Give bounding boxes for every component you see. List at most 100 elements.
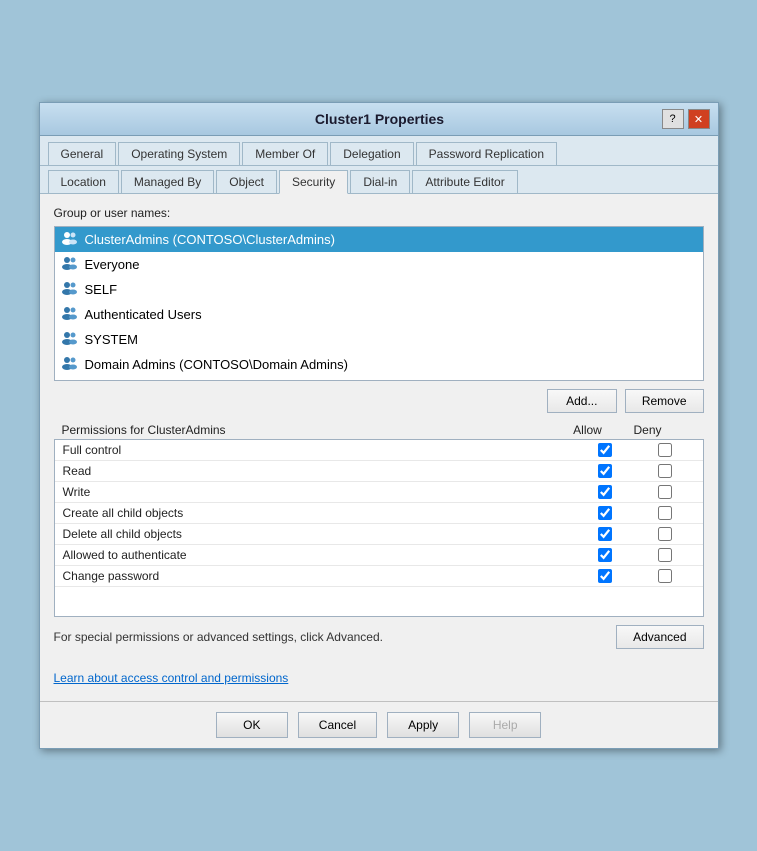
allow-checkbox-cell [575,485,635,499]
permissions-table-container: Full control Read Write Create all child ob… [54,439,704,617]
allow-checkbox[interactable] [598,464,612,478]
deny-checkbox[interactable] [658,464,672,478]
deny-col-header: Deny [618,423,678,437]
allow-checkbox-cell [575,548,635,562]
user-name: SYSTEM [85,332,138,347]
permission-name: Allowed to authenticate [63,548,575,562]
cancel-button[interactable]: Cancel [298,712,377,738]
deny-checkbox-cell [635,548,695,562]
list-item[interactable]: SELF [55,277,703,302]
deny-checkbox-cell [635,485,695,499]
table-row: Create all child objects [55,503,703,524]
main-window: Cluster1 Properties ? ✕ GeneralOperating… [39,102,719,749]
list-item[interactable]: Authenticated Users [55,302,703,327]
tab-location[interactable]: Location [48,170,119,193]
tabs-row-2: LocationManaged ByObjectSecurityDial-inA… [40,166,718,194]
table-row: Allowed to authenticate [55,545,703,566]
deny-checkbox-cell [635,506,695,520]
close-button[interactable]: ✕ [688,109,710,129]
tab-dial-in[interactable]: Dial-in [350,170,410,193]
allow-col-header: Allow [558,423,618,437]
learn-link[interactable]: Learn about access control and permissio… [54,671,289,685]
allow-checkbox-cell [575,506,635,520]
allow-checkbox-cell [575,569,635,583]
list-item[interactable]: ClusterAdmins (CONTOSO\ClusterAdmins) [55,227,703,252]
window-title: Cluster1 Properties [98,111,662,127]
deny-checkbox-cell [635,443,695,457]
user-group-icon [61,230,79,249]
table-row: Delete all child objects [55,524,703,545]
tab-object[interactable]: Object [216,170,277,193]
user-list-container: ClusterAdmins (CONTOSO\ClusterAdmins) Ev… [54,226,704,381]
add-button[interactable]: Add... [547,389,617,413]
title-bar: Cluster1 Properties ? ✕ [40,103,718,136]
tab-delegation[interactable]: Delegation [330,142,413,165]
deny-checkbox[interactable] [658,569,672,583]
deny-checkbox[interactable] [658,443,672,457]
deny-checkbox-cell [635,569,695,583]
deny-checkbox[interactable] [658,506,672,520]
allow-checkbox-cell [575,443,635,457]
table-row: Write [55,482,703,503]
user-group-icon [61,255,79,274]
advanced-text: For special permissions or advanced sett… [54,630,617,644]
allow-checkbox[interactable] [598,527,612,541]
list-item[interactable]: Cert Publishers (CONTOSO\Cert Publishers… [55,377,703,380]
allow-checkbox-cell [575,527,635,541]
remove-button[interactable]: Remove [625,389,704,413]
permission-name: Read [63,464,575,478]
user-group-icon [61,330,79,349]
help-title-button[interactable]: ? [662,109,684,129]
deny-checkbox-cell [635,464,695,478]
user-name: SELF [85,282,118,297]
tab-member-of[interactable]: Member Of [242,142,328,165]
user-name: Everyone [85,257,140,272]
user-list[interactable]: ClusterAdmins (CONTOSO\ClusterAdmins) Ev… [55,227,703,380]
tab-attribute-editor[interactable]: Attribute Editor [412,170,517,193]
table-row: Read [55,461,703,482]
tab-password-replication[interactable]: Password Replication [416,142,557,165]
allow-checkbox[interactable] [598,443,612,457]
list-item[interactable]: Everyone [55,252,703,277]
permission-name: Change password [63,569,575,583]
allow-checkbox[interactable] [598,485,612,499]
allow-checkbox[interactable] [598,506,612,520]
permission-name: Create all child objects [63,506,575,520]
content-area: Group or user names: ClusterAdmins (CONT… [40,194,718,701]
table-row: Full control [55,440,703,461]
allow-checkbox-cell [575,464,635,478]
allow-checkbox[interactable] [598,548,612,562]
perm-column-headers: Allow Deny [558,423,696,437]
tab-security[interactable]: Security [279,170,348,194]
list-item[interactable]: SYSTEM [55,327,703,352]
permission-name: Delete all child objects [63,527,575,541]
permissions-section-header: Permissions for ClusterAdmins Allow Deny [54,423,704,439]
permission-name: Full control [63,443,575,457]
deny-checkbox[interactable] [658,485,672,499]
title-bar-buttons: ? ✕ [662,109,710,129]
allow-checkbox[interactable] [598,569,612,583]
bottom-buttons-row: OK Cancel Apply Help [40,701,718,748]
tab-operating-system[interactable]: Operating System [118,142,240,165]
user-name: ClusterAdmins (CONTOSO\ClusterAdmins) [85,232,335,247]
advanced-row: For special permissions or advanced sett… [54,625,704,649]
user-group-icon [61,280,79,299]
permissions-label: Permissions for ClusterAdmins [62,423,558,437]
help-button[interactable]: Help [469,712,541,738]
user-buttons-row: Add... Remove [54,389,704,413]
advanced-button[interactable]: Advanced [616,625,703,649]
ok-button[interactable]: OK [216,712,288,738]
deny-checkbox-cell [635,527,695,541]
deny-checkbox[interactable] [658,548,672,562]
deny-checkbox[interactable] [658,527,672,541]
list-item[interactable]: Domain Admins (CONTOSO\Domain Admins) [55,352,703,377]
tab-general[interactable]: General [48,142,117,165]
apply-button[interactable]: Apply [387,712,459,738]
tab-managed-by[interactable]: Managed By [121,170,214,193]
permissions-table[interactable]: Full control Read Write Create all child ob… [55,440,703,616]
group-label: Group or user names: [54,206,704,220]
user-name: Domain Admins (CONTOSO\Domain Admins) [85,357,348,372]
user-name: Authenticated Users [85,307,202,322]
user-group-icon [61,305,79,324]
user-group-icon [61,355,79,374]
